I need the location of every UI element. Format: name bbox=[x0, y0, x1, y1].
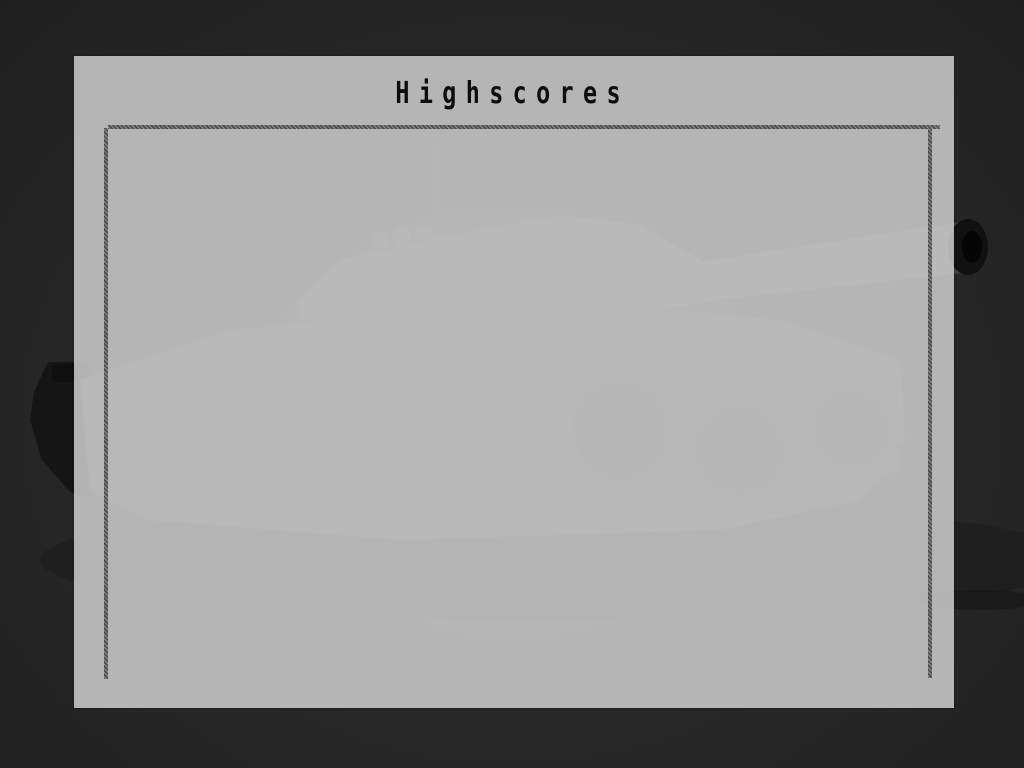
highscores-screen: Highscores bbox=[0, 0, 1024, 768]
scores-list bbox=[110, 132, 926, 672]
page-title: Highscores bbox=[395, 76, 630, 111]
